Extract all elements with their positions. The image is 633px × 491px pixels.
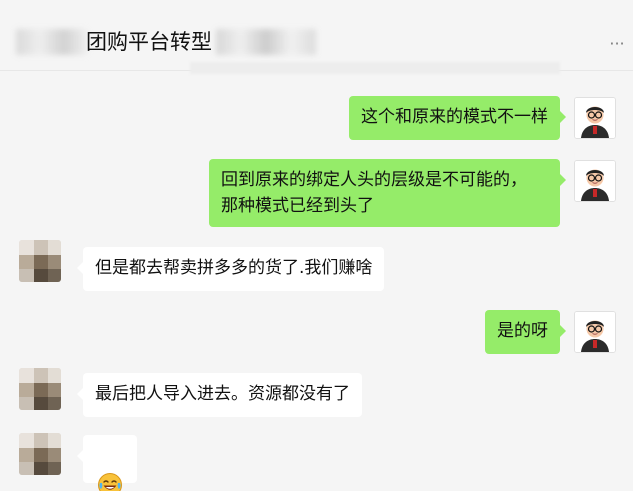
contact-avatar[interactable] — [19, 240, 61, 282]
my-avatar[interactable] — [574, 160, 616, 202]
blurred-avatar-image — [19, 240, 61, 282]
message-row: 这个和原来的模式不一样 — [0, 96, 633, 146]
chat-title[interactable]: 团购平台转型 — [16, 27, 326, 61]
avatar-portrait-icon — [575, 312, 615, 352]
my-message-bubble[interactable]: 回到原来的绑定人头的层级是不可能的， 那种模式已经到头了 — [209, 159, 566, 227]
blurred-avatar-image — [19, 368, 61, 410]
more-options-icon[interactable]: ··· — [607, 36, 627, 52]
chat-window: 团购平台转型 ··· 这个和原来的模式不一样 回到原来的绑定人头的层级是不可能的… — [0, 0, 633, 491]
contact-emoji-message[interactable] — [77, 435, 137, 491]
contact-message-bubble[interactable]: 但是都去帮卖拼多多的货了.我们赚啥 — [76, 247, 385, 291]
my-avatar[interactable] — [574, 311, 616, 353]
contact-avatar[interactable] — [19, 368, 61, 410]
blurred-avatar-image — [19, 433, 61, 475]
message-row — [0, 433, 633, 491]
avatar-portrait-icon — [575, 98, 615, 138]
chat-title-text: 团购平台转型 — [86, 30, 212, 54]
header-redaction-strip — [190, 62, 560, 74]
my-message-bubble[interactable]: 是的呀 — [485, 310, 566, 354]
message-row: 但是都去帮卖拼多多的货了.我们赚啥 — [0, 240, 633, 300]
title-redaction-left — [16, 29, 88, 55]
message-row: 回到原来的绑定人头的层级是不可能的， 那种模式已经到头了 — [0, 159, 633, 231]
my-message-bubble[interactable]: 这个和原来的模式不一样 — [349, 96, 566, 140]
avatar-portrait-icon — [575, 161, 615, 201]
my-avatar[interactable] — [574, 97, 616, 139]
title-redaction-right — [216, 29, 316, 55]
message-row: 最后把人导入进去。资源都没有了 — [0, 368, 633, 428]
laughing-tears-emoji-icon — [98, 473, 122, 491]
chat-header: 团购平台转型 ··· — [0, 0, 633, 71]
contact-message-bubble[interactable]: 最后把人导入进去。资源都没有了 — [77, 373, 362, 417]
contact-avatar[interactable] — [19, 433, 61, 475]
message-row: 是的呀 — [0, 310, 633, 360]
